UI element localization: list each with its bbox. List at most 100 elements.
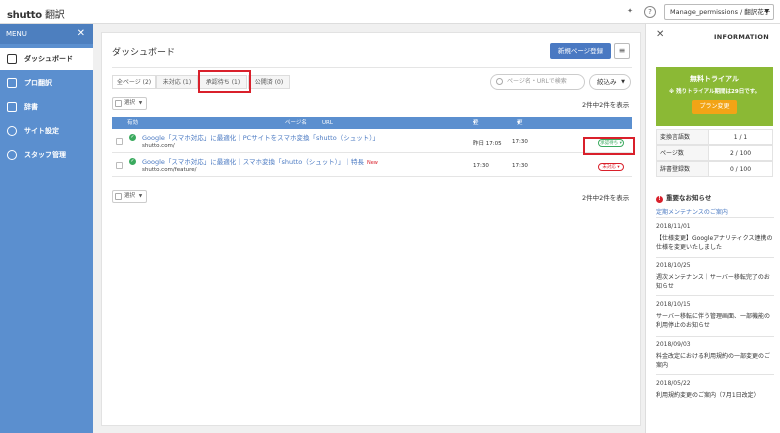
bulk-select-bottom[interactable]: 選択 ▼ [112,190,147,203]
user-select-value: Manage_permissions / 翻訳花子 [670,8,771,16]
filter-dropdown[interactable]: 絞込み ▼ [589,74,631,90]
close-icon[interactable]: ✕ [656,29,664,40]
result-count: 2件中2件を表示 [582,194,630,202]
news-date: 2018/05/22 [656,380,691,387]
news-date: 2018/11/01 [656,223,691,230]
news-item[interactable]: 2018/10/15 サーバー移転に伴う管理画面、一部機能の利用停止のお知らせ [656,300,774,330]
chevron-down-icon: ▼ [138,194,143,199]
search-placeholder: ページ名・URLで検索 [507,78,567,85]
page-name-link[interactable]: Google「スマホ対応」に最適化｜スマホ変換「shutto（シュット）」｜特長… [142,156,378,166]
hamburger-icon: ≡ [618,46,626,55]
stat-row: 変換言語数 1 / 1 [656,129,773,145]
page-url: shutto.com/ [142,143,175,149]
select-label: 選択 [124,193,136,199]
divider [656,257,774,258]
news-text: サーバー移転に伴う管理画面、一部機能の利用停止のお知らせ [656,313,770,329]
bulk-select-top[interactable]: 選択 ▼ [112,97,147,110]
check-circle-icon: ✓ [129,134,136,141]
checkbox-icon [115,100,122,107]
result-count: 2件中2件を表示 [582,101,630,109]
updated-date: 17:30 [512,163,528,169]
sidebar-item-pro-translation[interactable]: プロ翻訳 [0,72,93,94]
news-heading: ! 重要なお知らせ [656,192,711,203]
news-date: 2018/10/25 [656,262,691,269]
column-header-registered[interactable]: 登録日 ▾ [473,117,479,150]
information-panel: ✕ INFORMATION 無料トライアル ※ 残りトライアル期間は29日です。… [645,24,780,433]
pro-translate-icon [7,78,17,88]
stat-row: ページ数 2 / 100 [656,145,773,161]
close-icon[interactable]: ✕ [77,24,85,44]
news-text: 料金改定における利用規約の一部変更のご案内 [656,353,771,369]
sidebar-item-label: 辞書 [24,103,38,111]
sidebar-item-dashboard[interactable]: ダッシュボード [0,48,93,70]
news-text: 週次メンテナンス｜サーバー移転完了のお知らせ [656,274,770,290]
news-item[interactable]: 2018/10/25 週次メンテナンス｜サーバー移転完了のお知らせ [656,261,774,291]
row-checkbox[interactable] [116,138,123,145]
menu-button[interactable]: ≡ [614,43,630,59]
stat-label: 辞書登録数 [657,162,709,176]
app-logo[interactable]: shutto 翻訳 [7,6,65,21]
sidebar-item-label: スタッフ管理 [24,151,66,159]
tab-all[interactable]: 全ページ (2) [112,75,156,89]
trial-box: 無料トライアル ※ 残りトライアル期間は29日です。 プラン変更 [656,67,773,126]
status-badge[interactable]: 未対応 ▾ [598,163,624,171]
main-panel: ダッシュボード 新規ページ登録 ≡ 全ページ (2) 未対応 (1) 承認待ち … [101,32,641,426]
column-header-enabled[interactable]: 有効 [127,117,138,129]
users-icon [7,150,17,160]
check-circle-icon: ✓ [129,158,136,165]
news-item[interactable]: 2018/09/03 料金改定における利用規約の一部変更のご案内 [656,340,774,370]
stat-label: ページ数 [657,146,709,160]
search-input[interactable]: ページ名・URLで検索 [490,74,585,90]
alert-icon: ! [656,196,663,203]
table-row[interactable]: ✓ Google「スマホ対応」に最適化｜PCサイトをスマホ変換「shutto（シ… [112,130,632,153]
page-title: ダッシュボード [112,48,176,58]
news-text: 【仕様変更】Googleアナリティクス連携の仕様を変更いたしました [656,235,773,251]
gear-icon [7,126,17,136]
sidebar-item-dictionary[interactable]: 辞書 [0,96,93,118]
news-date: 2018/10/15 [656,301,691,308]
table-row[interactable]: ✓ Google「スマホ対応」に最適化｜スマホ変換「shutto（シュット）」｜… [112,154,632,177]
news-text: 利用規約変更のご案内（7月1日改定） [656,392,760,399]
sidebar-item-staff[interactable]: スタッフ管理 [0,144,93,166]
help-icon[interactable]: ? [644,6,656,18]
top-bar: shutto 翻訳 ✦ ? Manage_permissions / 翻訳花子 … [0,0,780,24]
notification-icon[interactable]: ✦ [624,6,636,18]
stat-row: 辞書登録数 0 / 100 [656,161,773,177]
sidebar-item-site-settings[interactable]: サイト設定 [0,120,93,142]
logo-sub-text: 翻訳 [45,10,65,21]
chevron-down-icon: ▼ [764,8,769,15]
new-page-button[interactable]: 新規ページ登録 [550,43,611,59]
stat-value: 1 / 1 [733,134,748,141]
panel-title: INFORMATION [714,33,769,41]
maintenance-link[interactable]: 定期メンテナンスのご案内 [656,207,728,216]
tab-unhandled[interactable]: 未対応 (1) [156,75,198,89]
news-item[interactable]: 2018/05/22 利用規約変更のご案内（7月1日改定） [656,379,774,400]
stat-value: 0 / 100 [729,166,752,173]
sidebar-item-label: サイト設定 [24,127,59,135]
row-checkbox[interactable] [116,162,123,169]
trial-remaining: ※ 残りトライアル期間は29日です。 [668,89,761,95]
plan-change-button[interactable]: プラン変更 [692,100,737,114]
page-url: shutto.com/feature/ [142,167,197,173]
table-header: 有効 ページ名 URL 登録日 ▾ 更新日 ▾ [112,117,632,150]
page-name-link[interactable]: Google「スマホ対応」に最適化｜PCサイトをスマホ変換「shutto（シュッ… [142,132,379,142]
column-header-updated[interactable]: 更新日 ▾ [517,117,523,150]
divider [112,67,632,68]
checkbox-icon [115,193,122,200]
new-badge: New [366,160,378,166]
tab-published[interactable]: 公開済 (0) [248,75,290,89]
book-icon [7,102,17,112]
search-icon [496,78,503,85]
logo-text: shutto [7,10,42,21]
highlight-box [198,70,251,93]
divider [656,217,774,218]
user-select[interactable]: Manage_permissions / 翻訳花子 ▼ [664,4,774,20]
sidebar-header: MENU ✕ [0,24,93,44]
news-item[interactable]: 2018/11/01 【仕様変更】Googleアナリティクス連携の仕様を変更いた… [656,222,774,252]
column-header-page-name[interactable]: ページ名 [285,117,307,129]
stat-label: 変換言語数 [657,130,709,144]
updated-date: 17:30 [512,139,528,145]
column-header-url[interactable]: URL [322,117,333,129]
house-icon [7,54,17,64]
registered-date: 昨日 17:05 [473,141,502,147]
